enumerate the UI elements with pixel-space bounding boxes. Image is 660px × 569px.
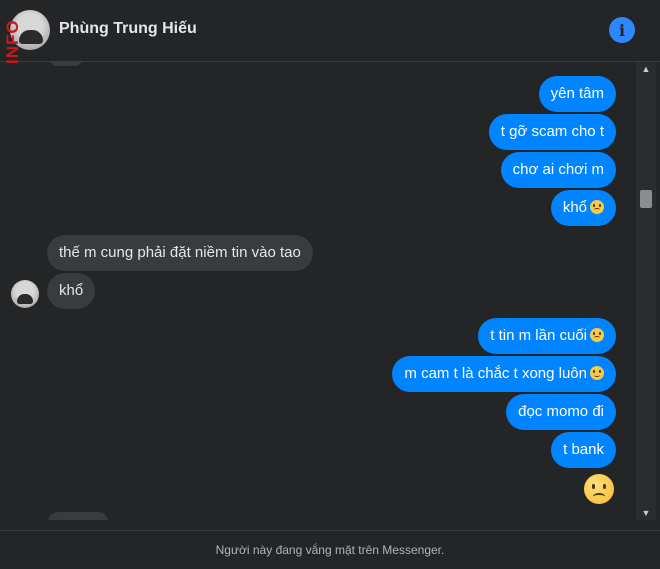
message-text: khổ (562, 199, 587, 216)
avatar-figure (17, 294, 33, 304)
sad-face-icon (590, 200, 604, 214)
scroll-up-icon[interactable]: ▲ (636, 62, 656, 76)
contact-name[interactable]: Phùng Trung Hiếu (59, 20, 197, 38)
message-text: đọc momo đi (518, 403, 604, 420)
message-text: m cam t là chắc t xong luôn (404, 365, 587, 382)
presence-status-bar: Người này đang vắng mặt trên Messenger. (0, 530, 660, 566)
message-text: t bank (563, 441, 604, 458)
message-text: chơ ai chơi m (512, 161, 604, 178)
scrollbar[interactable]: ▲ ▼ (636, 62, 656, 520)
watermark-text: INFO (3, 19, 22, 64)
presence-status-text: Người này đang vắng mặt trên Messenger. (215, 543, 445, 557)
outgoing-message[interactable]: t tin m lần cuối (478, 318, 616, 354)
outgoing-message[interactable]: khổ (550, 190, 616, 226)
incoming-message[interactable]: thế m cung phải đặt niềm tin vào tao (47, 235, 313, 271)
message-text: t gỡ scam cho t (500, 123, 604, 140)
outgoing-message[interactable]: t gỡ scam cho t (488, 114, 616, 150)
conversation-header: INFO Phùng Trung Hiếu i (0, 0, 660, 64)
outgoing-message[interactable]: m cam t là chắc t xong luôn (392, 356, 616, 392)
message-text: yên tâm (550, 85, 604, 102)
incoming-message[interactable]: khổ (47, 273, 96, 309)
next-message-fragment (48, 512, 108, 520)
outgoing-message[interactable]: chơ ai chơi m (500, 152, 616, 188)
smile-face-icon (590, 366, 604, 380)
outgoing-message[interactable]: t bank (551, 432, 616, 468)
message-text: khổ (59, 282, 84, 299)
outgoing-message[interactable]: yên tâm (538, 76, 616, 112)
message-text: thế m cung phải đặt niềm tin vào tao (59, 244, 301, 261)
sad-face-emoji-icon[interactable] (584, 474, 614, 504)
scrollbar-thumb[interactable] (640, 190, 652, 208)
previous-message-fragment (50, 62, 82, 66)
sender-avatar[interactable] (11, 280, 39, 308)
outgoing-message[interactable]: đọc momo đi (506, 394, 616, 430)
message-text: t tin m lần cuối (490, 327, 587, 344)
scroll-down-icon[interactable]: ▼ (636, 506, 656, 520)
message-list[interactable]: yên tâm t gỡ scam cho t chơ ai chơi m kh… (0, 62, 636, 520)
info-icon[interactable]: i (609, 17, 635, 43)
sad-face-icon (590, 328, 604, 342)
